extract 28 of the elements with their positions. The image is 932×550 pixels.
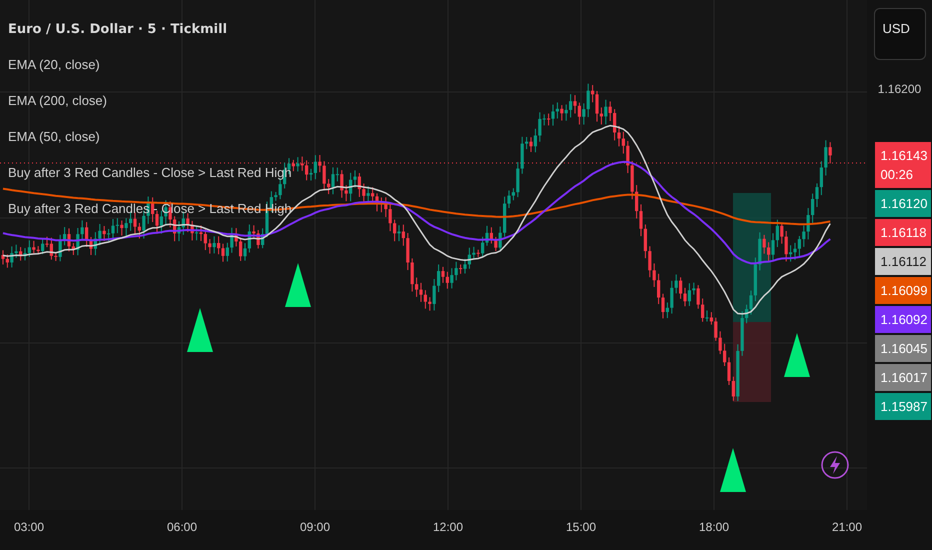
price-value: 1.16092 [880, 312, 928, 327]
time-label: 21:00 [832, 520, 862, 534]
price-value: 1.16099 [880, 283, 928, 298]
up-triangle-marker [720, 448, 746, 492]
symbol-title: Euro / U.S. Dollar · 5 · Tickmill [8, 22, 228, 38]
time-label: 12:00 [432, 520, 464, 534]
currency-button[interactable]: USD [874, 8, 926, 60]
price-value: 1.16112 [880, 254, 927, 269]
time-label: 03:00 [14, 520, 44, 534]
price-value: 1.16017 [880, 370, 928, 385]
price-value: 1.16120 [880, 196, 928, 211]
price-value: 1.16143 [880, 148, 928, 163]
countdown-timer: 00:26 [880, 167, 914, 182]
price-tick: 1.16200 [878, 82, 922, 96]
time-label: 06:00 [166, 520, 198, 534]
price-value: 1.16045 [880, 341, 928, 356]
up-triangle-marker [285, 263, 311, 307]
indicator-label[interactable]: EMA (50, close) [8, 127, 292, 146]
lightning-icon[interactable] [821, 451, 849, 479]
time-label: 18:00 [698, 520, 730, 534]
up-triangle-marker [187, 308, 213, 352]
time-label: 09:00 [300, 520, 330, 534]
price-value: 1.15987 [880, 399, 928, 414]
indicator-label[interactable]: EMA (20, close) [8, 55, 292, 74]
indicator-label[interactable]: EMA (200, close) [8, 91, 292, 110]
up-triangle-marker [784, 333, 810, 377]
price-value: 1.16118 [880, 225, 927, 240]
time-label: 15:00 [566, 520, 596, 534]
